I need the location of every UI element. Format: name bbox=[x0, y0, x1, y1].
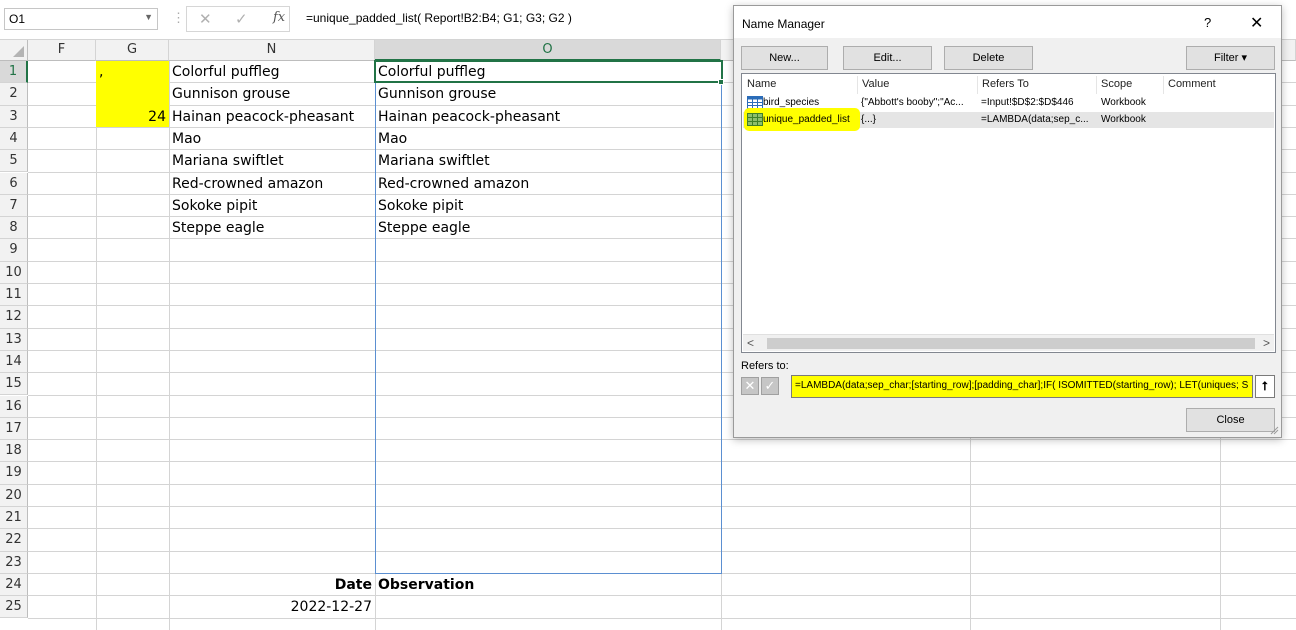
row-header-24[interactable]: 24 bbox=[0, 573, 28, 597]
cancel-icon[interactable]: ✕ bbox=[199, 10, 212, 28]
row-header-16[interactable]: 16 bbox=[0, 395, 28, 418]
row-header-11[interactable]: 11 bbox=[0, 284, 28, 307]
close-icon[interactable]: ✕ bbox=[1250, 13, 1263, 33]
cell-n6[interactable]: Red-crowned amazon bbox=[169, 173, 375, 195]
cell-n8[interactable]: Steppe eagle bbox=[169, 217, 375, 239]
row-header-18[interactable]: 18 bbox=[0, 440, 28, 463]
column-header-value[interactable]: Value bbox=[862, 78, 889, 90]
column-divider[interactable] bbox=[1163, 76, 1164, 94]
row-header-17[interactable]: 17 bbox=[0, 417, 28, 441]
row-header-12[interactable]: 12 bbox=[0, 306, 28, 329]
name-cell: bird_species bbox=[763, 97, 820, 108]
dialog-title: Name Manager bbox=[742, 17, 825, 31]
refers-to-cell: =Input!$D$2:$D$446 bbox=[981, 97, 1074, 108]
lambda-name-icon bbox=[747, 113, 763, 126]
active-cell[interactable] bbox=[374, 60, 723, 84]
name-box-value: O1 bbox=[9, 12, 26, 26]
row-header-8[interactable]: 8 bbox=[0, 217, 28, 240]
row-header-5[interactable]: 5 bbox=[0, 150, 28, 173]
cancel-edit-icon[interactable]: ✕ bbox=[741, 377, 759, 395]
row-header-7[interactable]: 7 bbox=[0, 194, 28, 218]
delete-button[interactable]: Delete bbox=[944, 46, 1033, 70]
cell-g3[interactable]: 24 bbox=[96, 106, 169, 128]
row-header-4[interactable]: 4 bbox=[0, 127, 28, 151]
gridline bbox=[96, 61, 97, 630]
cell-o24[interactable]: Observation bbox=[375, 574, 721, 596]
formula-buttons: ✕ ✓ fx bbox=[186, 6, 290, 32]
cell-n3[interactable]: Hainan peacock-pheasant bbox=[169, 106, 375, 128]
scroll-right-icon[interactable]: > bbox=[1263, 336, 1270, 350]
column-header-n[interactable]: N bbox=[169, 40, 375, 61]
row-header-6[interactable]: 6 bbox=[0, 172, 28, 195]
row-header-14[interactable]: 14 bbox=[0, 350, 28, 374]
column-header-f[interactable]: F bbox=[28, 40, 96, 61]
column-divider[interactable] bbox=[1096, 76, 1097, 94]
value-cell: {"Abbott's booby";"Ac... bbox=[861, 97, 964, 108]
collapse-dialog-icon[interactable]: ⭡ bbox=[1255, 375, 1275, 398]
edit-button[interactable]: Edit... bbox=[843, 46, 932, 70]
chevron-down-icon[interactable]: ▼ bbox=[144, 12, 153, 22]
name-row-selected[interactable]: unique_padded_list {...} =LAMBDA(data;se… bbox=[743, 108, 1274, 131]
cell-n2[interactable]: Gunnison grouse bbox=[169, 83, 375, 105]
scrollbar-thumb[interactable] bbox=[767, 338, 1255, 349]
row-header-15[interactable]: 15 bbox=[0, 373, 28, 396]
row-header-21[interactable]: 21 bbox=[0, 507, 28, 530]
spill-range-border bbox=[375, 61, 722, 574]
confirm-edit-icon[interactable]: ✓ bbox=[761, 377, 779, 395]
dialog-titlebar[interactable]: Name Manager ? ✕ bbox=[734, 6, 1281, 38]
insert-function-icon[interactable]: fx bbox=[273, 10, 285, 25]
fill-handle[interactable] bbox=[718, 79, 724, 86]
row-header-10[interactable]: 10 bbox=[0, 261, 28, 284]
row-header-20[interactable]: 20 bbox=[0, 484, 28, 507]
cell-n25[interactable]: 2022-12-27 bbox=[169, 596, 375, 618]
scope-cell: Workbook bbox=[1101, 114, 1146, 125]
row-header-25[interactable]: 25 bbox=[0, 596, 28, 619]
row-header-2[interactable]: 2 bbox=[0, 83, 28, 106]
cell-n7[interactable]: Sokoke pipit bbox=[169, 195, 375, 217]
horizontal-scrollbar[interactable]: < > bbox=[743, 334, 1274, 351]
column-header-scope[interactable]: Scope bbox=[1101, 78, 1132, 90]
name-box[interactable]: O1 ▼ bbox=[4, 8, 158, 30]
row-header-23[interactable]: 23 bbox=[0, 551, 28, 574]
column-header-refers-to[interactable]: Refers To bbox=[982, 78, 1029, 90]
filter-button[interactable]: Filter ▾ bbox=[1186, 46, 1275, 70]
row-header-22[interactable]: 22 bbox=[0, 529, 28, 552]
refers-to-label: Refers to: bbox=[741, 360, 789, 372]
cell-g1[interactable]: , bbox=[96, 61, 169, 83]
row-header-9[interactable]: 9 bbox=[0, 239, 28, 262]
column-header-name[interactable]: Name bbox=[747, 78, 776, 90]
name-cell: unique_padded_list bbox=[763, 114, 850, 125]
name-manager-dialog: Name Manager ? ✕ New... Edit... Delete F… bbox=[733, 5, 1282, 438]
row-header-3[interactable]: 3 bbox=[0, 105, 28, 128]
refers-to-cell: =LAMBDA(data;sep_c... bbox=[981, 114, 1089, 125]
cell-n24[interactable]: Date bbox=[169, 574, 375, 596]
value-cell: {...} bbox=[861, 114, 877, 125]
enter-icon[interactable]: ✓ bbox=[235, 10, 248, 28]
cell-n4[interactable]: Mao bbox=[169, 128, 375, 150]
column-header-o[interactable]: O bbox=[375, 40, 721, 61]
row-header-19[interactable]: 19 bbox=[0, 462, 28, 485]
cell-n1[interactable]: Colorful puffleg bbox=[169, 61, 375, 83]
refers-to-input[interactable]: =LAMBDA(data;sep_char;[starting_row];[pa… bbox=[791, 375, 1253, 398]
scroll-left-icon[interactable]: < bbox=[747, 336, 754, 350]
row-header-13[interactable]: 13 bbox=[0, 328, 28, 351]
select-all-corner[interactable] bbox=[0, 40, 28, 61]
resize-grip-icon[interactable] bbox=[1269, 425, 1279, 435]
column-divider[interactable] bbox=[977, 76, 978, 94]
scope-cell: Workbook bbox=[1101, 97, 1146, 108]
close-button[interactable]: Close bbox=[1186, 408, 1275, 432]
column-header-g[interactable]: G bbox=[96, 40, 169, 61]
column-header-comment[interactable]: Comment bbox=[1168, 78, 1216, 90]
column-divider[interactable] bbox=[857, 76, 858, 94]
select-all-icon bbox=[13, 46, 24, 57]
drag-handle-icon[interactable]: ⋮ bbox=[172, 10, 185, 26]
row-header-1[interactable]: 1 bbox=[0, 61, 28, 84]
new-button[interactable]: New... bbox=[741, 46, 828, 70]
names-list[interactable]: Name Value Refers To Scope Comment bird_… bbox=[741, 73, 1276, 353]
cell-n5[interactable]: Mariana swiftlet bbox=[169, 150, 375, 172]
help-icon[interactable]: ? bbox=[1204, 15, 1211, 30]
